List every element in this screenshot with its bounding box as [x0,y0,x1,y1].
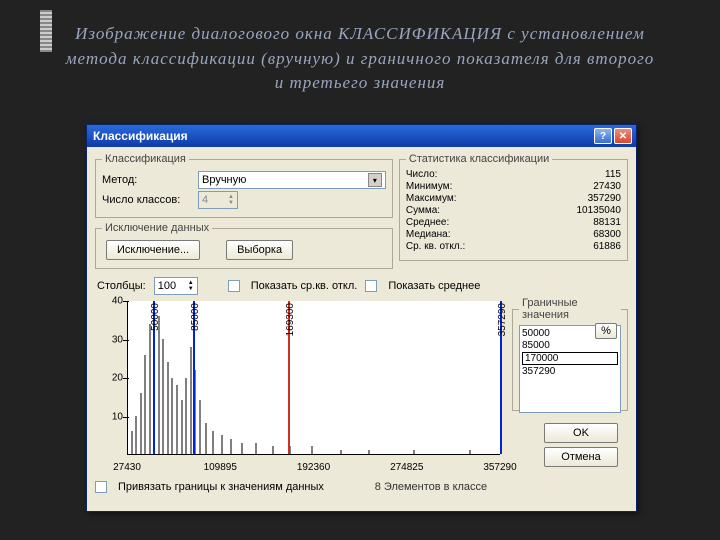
histogram-bar [167,362,169,454]
histogram-bar [158,316,160,454]
histogram-bar [135,416,137,454]
stat-value: 10135040 [473,205,621,216]
histogram-chart[interactable]: 50000 85000 169300 357290 10 20 30 40 27430 1098… [95,297,506,475]
decorative-stripe [40,10,52,52]
snap-checkbox[interactable] [95,481,107,493]
break-line-label: 169300 [285,303,296,336]
percent-button[interactable]: % [595,323,617,339]
cancel-button[interactable]: Отмена [544,447,618,467]
x-tick-label: 109895 [204,462,237,473]
histogram-bar [368,450,370,454]
columns-label: Столбцы: [97,280,146,292]
y-tick-label: 10 [95,411,123,422]
dialog-title: Классификация [93,129,188,143]
ok-button[interactable]: OK [544,423,618,443]
stat-value: 27430 [473,181,621,192]
y-tick-label: 20 [95,373,123,384]
close-button[interactable]: ✕ [614,128,632,144]
classes-label: Число классов: [102,194,198,206]
histogram-bar [144,355,146,454]
stat-value: 88131 [473,217,621,228]
method-value: Вручную [202,174,246,186]
y-tick-label: 40 [95,296,123,307]
boundary-value-item[interactable]: 170000 [522,352,618,365]
stat-key: Медиана: [406,229,465,240]
histogram-bar [255,443,257,454]
classes-value: 4 [202,194,208,206]
x-tick-label: 274825 [390,462,423,473]
stat-key: Сумма: [406,205,465,216]
boundary-values-group: Граничные значения % 5000085000170000357… [512,297,628,411]
help-button[interactable]: ? [594,128,612,144]
histogram-bar [181,400,183,454]
exclusion-button[interactable]: Исключение... [106,240,200,260]
break-line-label: 357290 [497,303,508,336]
stat-key: Минимум: [406,181,465,192]
histogram-bar [171,378,173,455]
sample-button[interactable]: Выборка [226,240,293,260]
titlebar[interactable]: Классификация ? ✕ [87,125,636,147]
snap-label: Привязать границы к значениям данных [118,481,324,493]
histogram-bar [176,385,178,454]
boundary-value-item[interactable]: 357290 [522,366,618,377]
stat-key: Максимум: [406,193,465,204]
show-std-label: Показать ср.кв. откл. [251,280,358,292]
boundary-value-item[interactable]: 85000 [522,340,618,351]
stats-legend: Статистика классификации [406,153,552,165]
histogram-bar [311,446,313,454]
classification-legend: Классификация [102,153,189,165]
histogram-bar [131,431,133,454]
histogram-bar [241,443,243,454]
show-mean-checkbox[interactable] [365,280,377,292]
stat-value: 115 [473,169,621,180]
stat-key: Среднее: [406,217,465,228]
x-tick-label: 27430 [113,462,141,473]
columns-bar: Столбцы: 100 ▲▼ Показать ср.кв. откл. По… [97,277,628,295]
show-mean-label: Показать среднее [388,280,480,292]
columns-stepper[interactable]: 100 ▲▼ [154,277,198,295]
histogram-bar [199,400,201,454]
y-tick-label: 30 [95,334,123,345]
x-tick-label: 192360 [297,462,330,473]
exclusion-group: Исключение данных Исключение... Выборка [95,222,393,269]
histogram-bar [221,435,223,454]
histogram-bar [190,347,192,454]
histogram-bar [162,339,164,454]
stat-value: 61886 [473,241,621,252]
histogram-bar [212,431,214,454]
method-label: Метод: [102,174,198,186]
histogram-bar [469,450,471,454]
elements-in-class: 8 Элементов в классе [332,481,530,493]
histogram-bar [272,446,274,454]
chevron-down-icon: ▾ [368,173,382,187]
histogram-bar [205,423,207,454]
histogram-bar [340,450,342,454]
classes-stepper: 4 ▲▼ [198,191,238,209]
show-std-checkbox[interactable] [228,280,240,292]
break-line-label: 85000 [190,303,201,331]
stat-key: Ср. кв. откл.: [406,241,465,252]
stat-value: 357290 [473,193,621,204]
exclusion-legend: Исключение данных [102,222,212,234]
histogram-bar [230,439,232,454]
histogram-bar [149,324,151,454]
stat-value: 68300 [473,229,621,240]
stat-key: Число: [406,169,465,180]
histogram-bar [140,393,142,454]
classification-group: Классификация Метод: Вручную ▾ Число кла… [95,153,393,218]
histogram-bar [185,378,187,455]
method-combo[interactable]: Вручную ▾ [198,171,386,189]
break-line-label: 50000 [150,303,161,331]
stats-group: Статистика классификации Число: 115 Миниму… [399,153,628,261]
columns-value: 100 [158,280,176,292]
stats-grid: Число: 115 Минимум: 27430 Максимум: 357290 Сум… [406,169,621,252]
slide-caption: Изображение диалогового окна КЛАССИФИКАЦ… [0,0,720,96]
classification-dialog: Классификация ? ✕ Классификация Метод: В… [86,124,637,512]
histogram-bar [413,450,415,454]
boundary-legend: Граничные значения [519,297,621,321]
